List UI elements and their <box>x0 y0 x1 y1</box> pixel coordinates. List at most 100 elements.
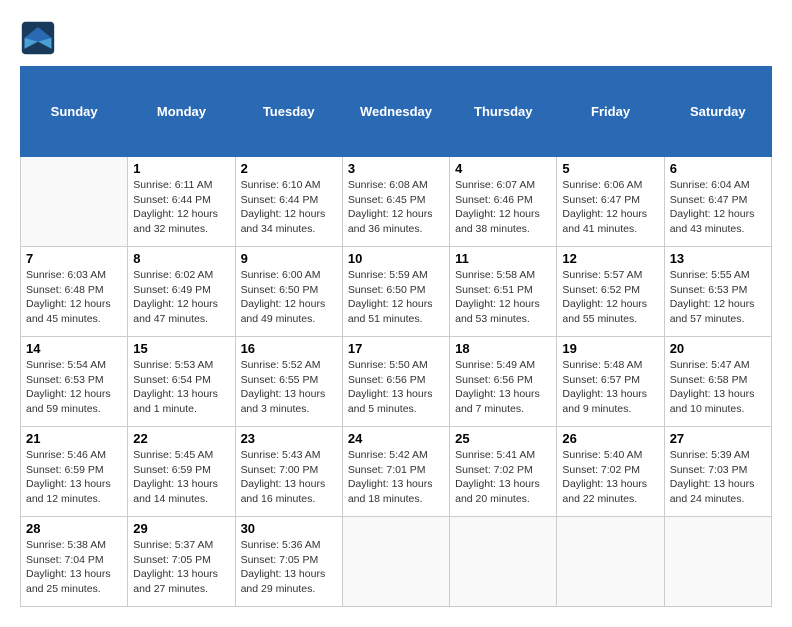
calendar-header: SundayMondayTuesdayWednesdayThursdayFrid… <box>21 67 772 157</box>
day-number: 3 <box>348 161 444 176</box>
day-number: 12 <box>562 251 658 266</box>
day-cell: 11 Sunrise: 5:58 AM Sunset: 6:51 PM Dayli… <box>450 247 557 337</box>
day-number: 9 <box>241 251 337 266</box>
day-info: Sunrise: 5:42 AM Sunset: 7:01 PM Dayligh… <box>348 448 444 507</box>
day-cell: 3 Sunrise: 6:08 AM Sunset: 6:45 PM Daylig… <box>342 157 449 247</box>
day-info: Sunrise: 6:11 AM Sunset: 6:44 PM Dayligh… <box>133 178 229 237</box>
day-number: 2 <box>241 161 337 176</box>
day-cell: 5 Sunrise: 6:06 AM Sunset: 6:47 PM Daylig… <box>557 157 664 247</box>
logo-icon <box>20 20 56 56</box>
day-info: Sunrise: 6:06 AM Sunset: 6:47 PM Dayligh… <box>562 178 658 237</box>
day-cell <box>21 157 128 247</box>
day-number: 29 <box>133 521 229 536</box>
day-cell: 29 Sunrise: 5:37 AM Sunset: 7:05 PM Dayli… <box>128 517 235 607</box>
day-cell: 10 Sunrise: 5:59 AM Sunset: 6:50 PM Dayli… <box>342 247 449 337</box>
day-info: Sunrise: 6:00 AM Sunset: 6:50 PM Dayligh… <box>241 268 337 327</box>
day-number: 10 <box>348 251 444 266</box>
day-info: Sunrise: 5:57 AM Sunset: 6:52 PM Dayligh… <box>562 268 658 327</box>
day-info: Sunrise: 5:39 AM Sunset: 7:03 PM Dayligh… <box>670 448 766 507</box>
day-cell: 27 Sunrise: 5:39 AM Sunset: 7:03 PM Dayli… <box>664 427 771 517</box>
day-number: 6 <box>670 161 766 176</box>
day-info: Sunrise: 5:53 AM Sunset: 6:54 PM Dayligh… <box>133 358 229 417</box>
header-row: SundayMondayTuesdayWednesdayThursdayFrid… <box>21 67 772 157</box>
day-info: Sunrise: 6:07 AM Sunset: 6:46 PM Dayligh… <box>455 178 551 237</box>
day-number: 30 <box>241 521 337 536</box>
day-cell <box>450 517 557 607</box>
day-cell: 19 Sunrise: 5:48 AM Sunset: 6:57 PM Dayli… <box>557 337 664 427</box>
day-info: Sunrise: 5:48 AM Sunset: 6:57 PM Dayligh… <box>562 358 658 417</box>
header-day-thursday: Thursday <box>450 67 557 157</box>
header-day-monday: Monday <box>128 67 235 157</box>
day-number: 19 <box>562 341 658 356</box>
day-cell: 18 Sunrise: 5:49 AM Sunset: 6:56 PM Dayli… <box>450 337 557 427</box>
header-day-sunday: Sunday <box>21 67 128 157</box>
day-number: 25 <box>455 431 551 446</box>
day-cell: 28Sunrise: 5:38 AM Sunset: 7:04 PM Dayli… <box>21 517 128 607</box>
week-row-4: 21Sunrise: 5:46 AM Sunset: 6:59 PM Dayli… <box>21 427 772 517</box>
day-info: Sunrise: 5:36 AM Sunset: 7:05 PM Dayligh… <box>241 538 337 597</box>
day-number: 5 <box>562 161 658 176</box>
week-row-2: 7Sunrise: 6:03 AM Sunset: 6:48 PM Daylig… <box>21 247 772 337</box>
day-cell: 16 Sunrise: 5:52 AM Sunset: 6:55 PM Dayli… <box>235 337 342 427</box>
day-cell: 22 Sunrise: 5:45 AM Sunset: 6:59 PM Dayli… <box>128 427 235 517</box>
day-info: Sunrise: 5:50 AM Sunset: 6:56 PM Dayligh… <box>348 358 444 417</box>
day-number: 11 <box>455 251 551 266</box>
day-number: 23 <box>241 431 337 446</box>
day-cell: 2 Sunrise: 6:10 AM Sunset: 6:44 PM Daylig… <box>235 157 342 247</box>
day-info: Sunrise: 5:54 AM Sunset: 6:53 PM Dayligh… <box>26 358 122 417</box>
day-info: Sunrise: 5:59 AM Sunset: 6:50 PM Dayligh… <box>348 268 444 327</box>
week-row-3: 14 Sunrise: 5:54 AM Sunset: 6:53 PM Dayli… <box>21 337 772 427</box>
day-number: 18 <box>455 341 551 356</box>
day-number: 8 <box>133 251 229 266</box>
day-info: Sunrise: 5:52 AM Sunset: 6:55 PM Dayligh… <box>241 358 337 417</box>
day-info: Sunrise: 5:41 AM Sunset: 7:02 PM Dayligh… <box>455 448 551 507</box>
day-number: 27 <box>670 431 766 446</box>
day-cell: 26Sunrise: 5:40 AM Sunset: 7:02 PM Dayli… <box>557 427 664 517</box>
week-row-5: 28Sunrise: 5:38 AM Sunset: 7:04 PM Dayli… <box>21 517 772 607</box>
day-info: Sunrise: 5:58 AM Sunset: 6:51 PM Dayligh… <box>455 268 551 327</box>
day-number: 28 <box>26 521 122 536</box>
header-day-friday: Friday <box>557 67 664 157</box>
day-info: Sunrise: 6:02 AM Sunset: 6:49 PM Dayligh… <box>133 268 229 327</box>
day-info: Sunrise: 6:10 AM Sunset: 6:44 PM Dayligh… <box>241 178 337 237</box>
day-cell: 1 Sunrise: 6:11 AM Sunset: 6:44 PM Daylig… <box>128 157 235 247</box>
day-info: Sunrise: 6:08 AM Sunset: 6:45 PM Dayligh… <box>348 178 444 237</box>
day-number: 7 <box>26 251 122 266</box>
day-info: Sunrise: 5:37 AM Sunset: 7:05 PM Dayligh… <box>133 538 229 597</box>
day-cell: 15 Sunrise: 5:53 AM Sunset: 6:54 PM Dayli… <box>128 337 235 427</box>
calendar-body: 1 Sunrise: 6:11 AM Sunset: 6:44 PM Daylig… <box>21 157 772 607</box>
day-cell <box>342 517 449 607</box>
day-cell <box>664 517 771 607</box>
day-info: Sunrise: 5:40 AM Sunset: 7:02 PM Dayligh… <box>562 448 658 507</box>
day-cell: 30 Sunrise: 5:36 AM Sunset: 7:05 PM Dayli… <box>235 517 342 607</box>
day-number: 1 <box>133 161 229 176</box>
day-info: Sunrise: 5:43 AM Sunset: 7:00 PM Dayligh… <box>241 448 337 507</box>
day-number: 14 <box>26 341 122 356</box>
header-day-tuesday: Tuesday <box>235 67 342 157</box>
calendar-table: SundayMondayTuesdayWednesdayThursdayFrid… <box>20 66 772 607</box>
day-cell: 14 Sunrise: 5:54 AM Sunset: 6:53 PM Dayli… <box>21 337 128 427</box>
day-cell <box>557 517 664 607</box>
day-info: Sunrise: 5:45 AM Sunset: 6:59 PM Dayligh… <box>133 448 229 507</box>
day-number: 15 <box>133 341 229 356</box>
day-cell: 6 Sunrise: 6:04 AM Sunset: 6:47 PM Daylig… <box>664 157 771 247</box>
day-number: 13 <box>670 251 766 266</box>
day-cell: 4Sunrise: 6:07 AM Sunset: 6:46 PM Daylig… <box>450 157 557 247</box>
day-cell: 25 Sunrise: 5:41 AM Sunset: 7:02 PM Dayli… <box>450 427 557 517</box>
day-number: 20 <box>670 341 766 356</box>
day-cell: 9 Sunrise: 6:00 AM Sunset: 6:50 PM Daylig… <box>235 247 342 337</box>
day-number: 24 <box>348 431 444 446</box>
logo <box>20 20 60 56</box>
day-info: Sunrise: 5:49 AM Sunset: 6:56 PM Dayligh… <box>455 358 551 417</box>
day-cell: 24 Sunrise: 5:42 AM Sunset: 7:01 PM Dayli… <box>342 427 449 517</box>
day-number: 22 <box>133 431 229 446</box>
page-header <box>20 20 772 56</box>
day-info: Sunrise: 5:46 AM Sunset: 6:59 PM Dayligh… <box>26 448 122 507</box>
day-info: Sunrise: 5:55 AM Sunset: 6:53 PM Dayligh… <box>670 268 766 327</box>
day-cell: 21Sunrise: 5:46 AM Sunset: 6:59 PM Dayli… <box>21 427 128 517</box>
header-day-saturday: Saturday <box>664 67 771 157</box>
header-day-wednesday: Wednesday <box>342 67 449 157</box>
day-number: 16 <box>241 341 337 356</box>
day-info: Sunrise: 6:04 AM Sunset: 6:47 PM Dayligh… <box>670 178 766 237</box>
day-cell: 7Sunrise: 6:03 AM Sunset: 6:48 PM Daylig… <box>21 247 128 337</box>
